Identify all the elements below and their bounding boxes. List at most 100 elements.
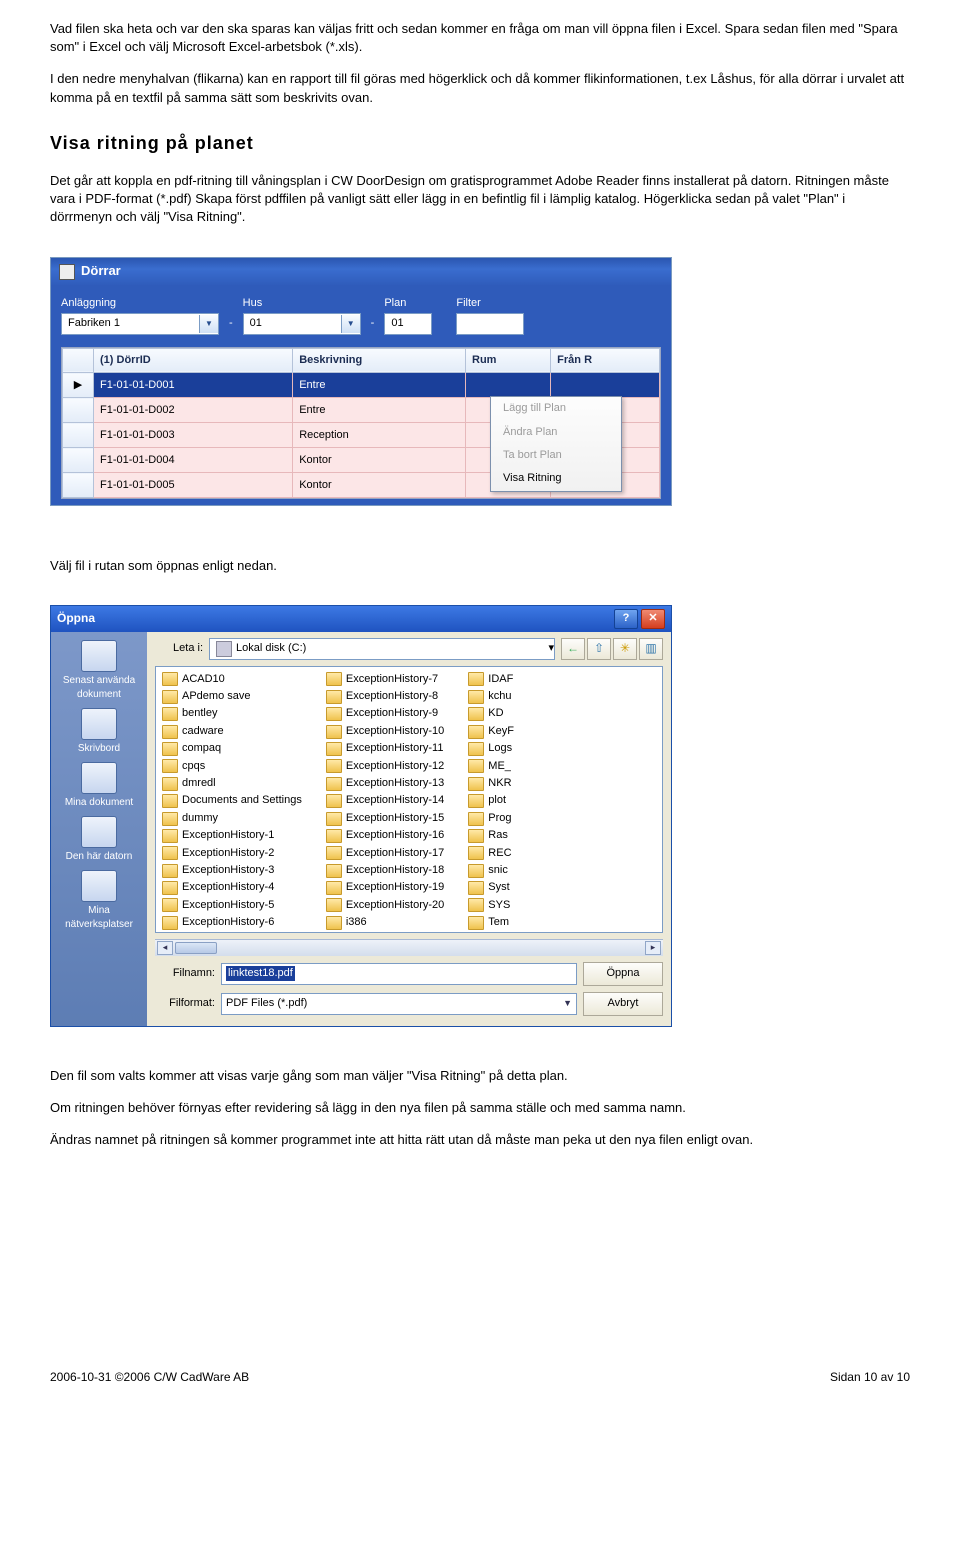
plan-combo[interactable]: 01 xyxy=(384,313,432,335)
list-item[interactable]: KD xyxy=(466,705,516,722)
list-item[interactable]: ExceptionHistory-1 xyxy=(160,827,304,844)
filename-input[interactable]: linktest18.pdf xyxy=(221,963,577,985)
list-item[interactable]: Prog xyxy=(466,810,516,827)
list-item[interactable]: ExceptionHistory-4 xyxy=(160,879,304,896)
list-item[interactable]: ExceptionHistory-18 xyxy=(324,862,446,879)
list-item[interactable]: snic xyxy=(466,862,516,879)
plan-label: Plan xyxy=(384,296,432,311)
list-item[interactable]: ExceptionHistory-8 xyxy=(324,688,446,705)
menu-edit-plan[interactable]: Ändra Plan xyxy=(491,421,621,444)
menu-show-drawing[interactable]: Visa Ritning xyxy=(491,467,621,490)
list-item-label: plot xyxy=(488,793,506,808)
list-item[interactable]: SYS xyxy=(466,897,516,914)
footer-right: Sidan 10 av 10 xyxy=(830,1369,910,1386)
file-list[interactable]: ACAD10APdemo savebentleycadwarecompaqcpq… xyxy=(155,666,663,933)
close-button[interactable]: ✕ xyxy=(641,609,665,629)
open-button[interactable]: Öppna xyxy=(583,962,663,986)
separator-dash: - xyxy=(371,316,375,335)
newfolder-button[interactable]: ✳ xyxy=(613,638,637,660)
up-button[interactable]: ⇧ xyxy=(587,638,611,660)
filter-combo[interactable] xyxy=(456,313,524,335)
list-item[interactable]: ExceptionHistory-20 xyxy=(324,897,446,914)
list-item[interactable]: ExceptionHistory-11 xyxy=(324,740,446,757)
footer-left: 2006-10-31 ©2006 C/W CadWare AB xyxy=(50,1369,249,1386)
list-item[interactable]: Syst xyxy=(466,879,516,896)
place-network[interactable]: Mina nätverksplatser xyxy=(58,870,140,932)
open-dialog: Öppna ? ✕ Senast använda dokument Skrivb… xyxy=(50,605,672,1027)
folder-icon xyxy=(468,916,484,930)
list-item[interactable]: ExceptionHistory-19 xyxy=(324,879,446,896)
list-item[interactable]: ExceptionHistory-9 xyxy=(324,705,446,722)
menu-add-plan[interactable]: Lägg till Plan xyxy=(491,397,621,420)
list-item[interactable]: ExceptionHistory-3 xyxy=(160,862,304,879)
list-item[interactable]: Logs xyxy=(466,740,516,757)
list-item[interactable]: ExceptionHistory-14 xyxy=(324,792,446,809)
list-item[interactable]: ExceptionHistory-7 xyxy=(324,671,446,688)
list-item[interactable]: ExceptionHistory-2 xyxy=(160,845,304,862)
scroll-left-icon[interactable]: ◂ xyxy=(157,941,173,955)
list-item[interactable]: ExceptionHistory-6 xyxy=(160,914,304,931)
list-item[interactable]: ExceptionHistory-10 xyxy=(324,723,446,740)
place-desktop[interactable]: Skrivbord xyxy=(58,708,140,756)
hus-combo[interactable]: 01 ▼ xyxy=(243,313,361,335)
list-item-label: ExceptionHistory-18 xyxy=(346,863,444,878)
list-item[interactable]: ExceptionHistory-13 xyxy=(324,775,446,792)
list-item[interactable]: ME_ xyxy=(466,758,516,775)
filetype-combo[interactable]: PDF Files (*.pdf)▼ xyxy=(221,993,577,1015)
list-item[interactable]: cpqs xyxy=(160,758,304,775)
folder-icon xyxy=(468,794,484,808)
table-row[interactable]: ▶ F1-01-01-D001 Entre xyxy=(63,373,660,398)
list-item[interactable]: ExceptionHistory-17 xyxy=(324,845,446,862)
app-icon xyxy=(59,264,75,280)
list-item[interactable]: kchu xyxy=(466,688,516,705)
paragraph: Den fil som valts kommer att visas varje… xyxy=(50,1067,910,1085)
list-item[interactable]: ExceptionHistory-12 xyxy=(324,758,446,775)
place-mydocs[interactable]: Mina dokument xyxy=(58,762,140,810)
list-item[interactable]: ExceptionHistory-5 xyxy=(160,897,304,914)
list-item[interactable]: KeyF xyxy=(466,723,516,740)
chevron-down-icon[interactable]: ▼ xyxy=(563,997,572,1010)
col-rum[interactable]: Rum xyxy=(466,348,551,372)
chevron-down-icon[interactable]: ▼ xyxy=(199,315,218,333)
cancel-button[interactable]: Avbryt xyxy=(583,992,663,1016)
place-mycomputer[interactable]: Den här datorn xyxy=(58,816,140,864)
list-item[interactable]: ExceptionHistory-15 xyxy=(324,810,446,827)
list-item[interactable]: dmredl xyxy=(160,775,304,792)
folder-icon xyxy=(162,777,178,791)
list-item[interactable]: Tem xyxy=(466,914,516,931)
help-button[interactable]: ? xyxy=(614,609,638,629)
horizontal-scrollbar[interactable]: ◂ ▸ xyxy=(155,939,663,956)
back-button[interactable]: ← xyxy=(561,638,585,660)
scroll-right-icon[interactable]: ▸ xyxy=(645,941,661,955)
chevron-down-icon[interactable]: ▾ xyxy=(548,641,554,656)
menu-delete-plan[interactable]: Ta bort Plan xyxy=(491,444,621,467)
list-item[interactable]: bentley xyxy=(160,705,304,722)
views-button[interactable]: ▥ xyxy=(639,638,663,660)
folder-icon xyxy=(162,898,178,912)
chevron-down-icon[interactable]: ▼ xyxy=(341,315,360,333)
scroll-thumb[interactable] xyxy=(175,942,217,954)
lookin-combo[interactable]: Lokal disk (C:) ▾ xyxy=(209,638,555,660)
col-beskrivning[interactable]: Beskrivning xyxy=(293,348,466,372)
section-heading: Visa ritning på planet xyxy=(50,131,910,156)
list-item[interactable]: REC xyxy=(466,845,516,862)
list-item[interactable]: ACAD10 xyxy=(160,671,304,688)
list-item[interactable]: APdemo save xyxy=(160,688,304,705)
list-item[interactable]: Ras xyxy=(466,827,516,844)
list-item[interactable]: compaq xyxy=(160,740,304,757)
list-item-label: Logs xyxy=(488,741,512,756)
list-item[interactable]: ExceptionHistory-16 xyxy=(324,827,446,844)
list-item[interactable]: cadware xyxy=(160,723,304,740)
list-item[interactable]: dummy xyxy=(160,810,304,827)
col-franr[interactable]: Från R xyxy=(551,348,660,372)
anlaggning-combo[interactable]: Fabriken 1 ▼ xyxy=(61,313,219,335)
place-recent[interactable]: Senast använda dokument xyxy=(58,640,140,702)
list-item[interactable]: Documents and Settings xyxy=(160,792,304,809)
col-dorrid[interactable]: (1) DörrID xyxy=(94,348,293,372)
plan-value: 01 xyxy=(391,316,431,331)
list-item[interactable]: plot xyxy=(466,792,516,809)
list-item[interactable]: NKR xyxy=(466,775,516,792)
list-item[interactable]: IDAF xyxy=(466,671,516,688)
list-item[interactable]: i386 xyxy=(324,914,446,931)
separator-dash: - xyxy=(229,316,233,335)
